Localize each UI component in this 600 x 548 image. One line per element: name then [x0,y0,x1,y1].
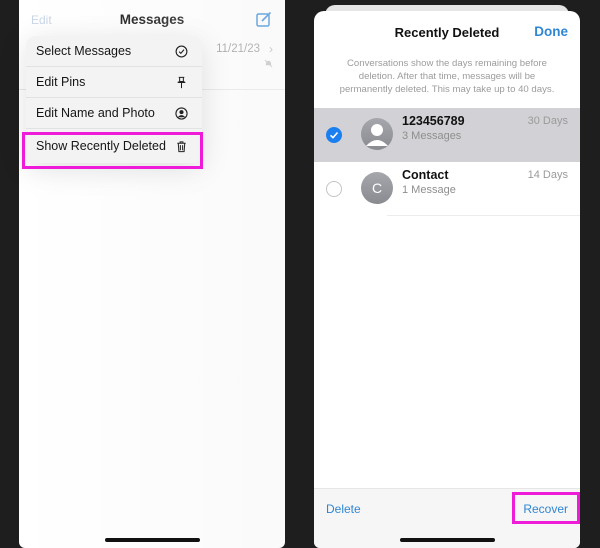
menu-item-label: Edit Pins [36,75,86,89]
menu-item-label: Select Messages [36,44,132,58]
home-indicator [400,538,495,542]
avatar [361,118,393,150]
conversation-name: 123456789 [402,114,465,128]
home-indicator [105,538,200,542]
conversation-date: 11/21/23 [216,43,260,55]
avatar: C [361,172,393,204]
menu-item-select-messages[interactable]: Select Messages [26,36,202,67]
checkmark-icon [329,131,339,139]
row-divider [387,215,580,216]
message-count: 1 Message [402,184,456,196]
pin-icon [177,76,186,88]
highlight-box [512,492,580,524]
person-icon [366,124,388,146]
info-note: Conversations show the days remaining be… [339,58,555,95]
menu-item-label: Edit Name and Photo [36,106,155,120]
menu-item-edit-name-photo[interactable]: Edit Name and Photo [26,98,202,129]
menu-item-edit-pins[interactable]: Edit Pins [26,67,202,98]
message-count: 3 Messages [402,130,462,142]
checkbox-checked[interactable] [326,127,342,143]
done-button[interactable]: Done [534,24,568,39]
bell-slash-icon [264,59,273,68]
checkmark-circle-icon [175,45,188,57]
person-circle-icon [175,106,188,120]
chevron-right-icon: › [269,42,273,56]
nav-bar: Edit Messages [19,0,285,38]
recently-deleted-sheet: Recently Deleted Done Conversations show… [314,11,580,548]
days-remaining: 14 Days [527,169,568,181]
days-remaining: 30 Days [527,115,568,127]
checkbox-unchecked[interactable] [326,181,342,197]
delete-button[interactable]: Delete [326,502,361,516]
conversation-name: Contact [402,168,449,182]
page-title: Messages [119,12,185,27]
deleted-conversation-row[interactable]: C Contact 1 Message 14 Days [314,162,580,216]
compose-icon[interactable] [256,11,272,27]
deleted-conversation-row[interactable]: 123456789 3 Messages 30 Days [314,108,580,162]
highlight-box [22,132,203,169]
